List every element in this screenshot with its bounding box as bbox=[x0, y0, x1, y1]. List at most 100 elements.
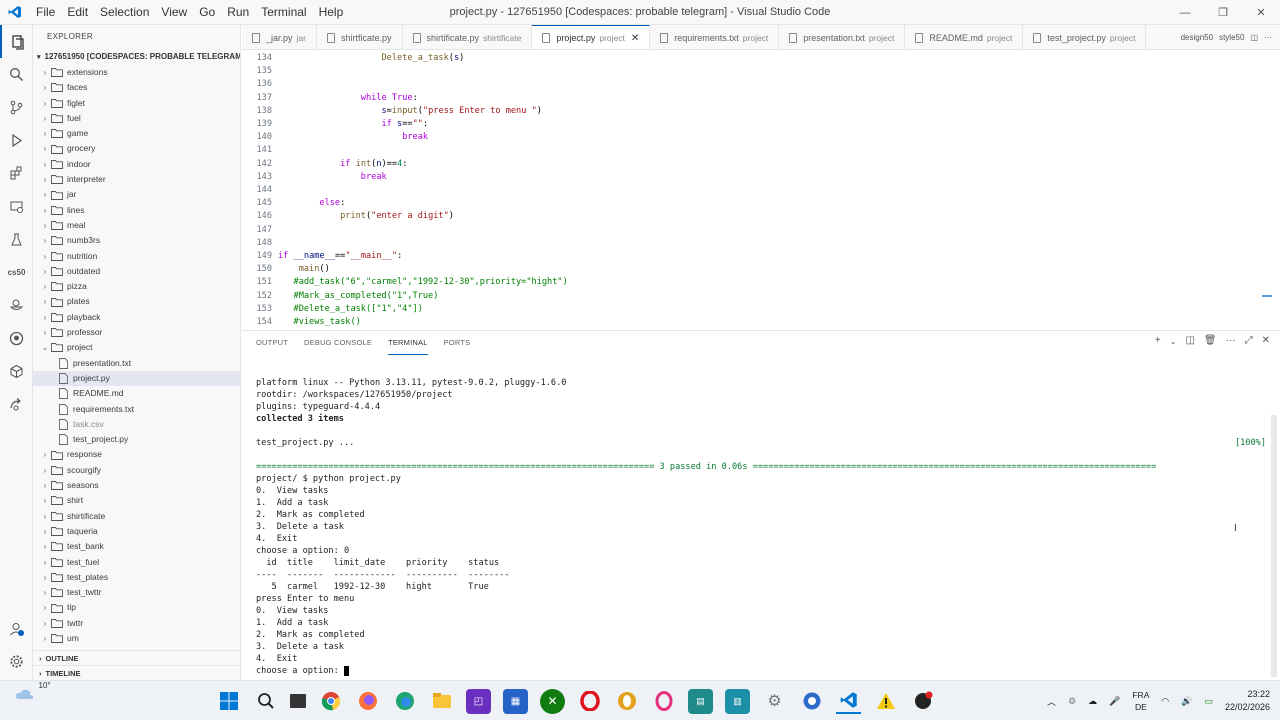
code-editor[interactable]: 134 Delete_a_task(s) 135 136 137 while True… bbox=[242, 50, 1272, 328]
firefox-icon[interactable] bbox=[355, 689, 380, 714]
edge-icon[interactable] bbox=[392, 689, 417, 714]
chevron-down-icon[interactable]: ⌄ bbox=[1170, 337, 1177, 346]
menu-terminal[interactable]: Terminal bbox=[255, 0, 312, 25]
file-item[interactable]: test_project.py bbox=[33, 432, 240, 447]
close-icon[interactable]: ✕ bbox=[1242, 0, 1280, 25]
more-icon[interactable]: ··· bbox=[1226, 335, 1236, 346]
extensions-icon[interactable] bbox=[0, 157, 33, 190]
folder-item[interactable]: › twttr bbox=[33, 616, 240, 631]
chrome-icon[interactable] bbox=[318, 689, 343, 714]
duck-icon[interactable] bbox=[0, 289, 33, 322]
folder-item[interactable]: › taqueria bbox=[33, 524, 240, 539]
folder-item[interactable]: › pizza bbox=[33, 279, 240, 294]
menu-help[interactable]: Help bbox=[313, 0, 350, 25]
windows-start-icon[interactable] bbox=[216, 689, 241, 714]
xbox-icon[interactable]: ✕ bbox=[540, 688, 565, 714]
file-item[interactable]: requirements.txt bbox=[33, 402, 240, 417]
folder-item[interactable]: › test_fuel bbox=[33, 555, 240, 570]
timeline-section[interactable]: › TIMELINE bbox=[33, 665, 240, 680]
split-editor-icon[interactable]: ◫ bbox=[1250, 33, 1258, 42]
folder-item[interactable]: › jar bbox=[33, 187, 240, 202]
tab-shirtficate-py[interactable]: shirtficate.py bbox=[317, 25, 403, 49]
warning-app-icon[interactable] bbox=[873, 689, 898, 714]
testing-icon[interactable] bbox=[0, 223, 33, 256]
app-blue-circle-icon[interactable] bbox=[799, 689, 824, 714]
folder-item[interactable]: › plates bbox=[33, 294, 240, 309]
folder-item[interactable]: › shirtificate bbox=[33, 509, 240, 524]
cube-icon[interactable] bbox=[0, 355, 33, 388]
folder-item[interactable]: › response bbox=[33, 447, 240, 462]
panel-tab-terminal[interactable]: TERMINAL bbox=[388, 331, 428, 355]
chevron-up-icon[interactable]: ︿ bbox=[1047, 695, 1056, 708]
opera-gx-icon[interactable] bbox=[614, 689, 639, 714]
terminal-output[interactable]: platform linux -- Python 3.13.11, pytest… bbox=[256, 377, 1266, 677]
remote-explorer-icon[interactable] bbox=[0, 190, 33, 223]
wifi-icon[interactable]: ◠ bbox=[1161, 696, 1169, 707]
menu-selection[interactable]: Selection bbox=[94, 0, 155, 25]
run-debug-icon[interactable] bbox=[0, 124, 33, 157]
trash-icon[interactable]: 🗑 bbox=[1204, 335, 1217, 346]
folder-item[interactable]: › um bbox=[33, 631, 240, 646]
folder-item[interactable]: › interpreter bbox=[33, 172, 240, 187]
panel-tab-output[interactable]: OUTPUT bbox=[256, 331, 288, 355]
close-tab-icon[interactable]: ✕ bbox=[631, 33, 639, 44]
file-item[interactable]: README.md bbox=[33, 386, 240, 401]
file-item[interactable]: project.py bbox=[33, 370, 240, 387]
taskbar-search-icon[interactable] bbox=[253, 689, 278, 714]
workspace-root[interactable]: ▾ 127651950 [CODESPACES: PROBABLE TELEGRA… bbox=[33, 49, 240, 65]
maximize-panel-icon[interactable]: ⤢ bbox=[1245, 335, 1253, 346]
folder-item[interactable]: › fuel bbox=[33, 111, 240, 126]
minimize-icon[interactable]: — bbox=[1166, 0, 1204, 25]
editor-action-style50[interactable]: style50 bbox=[1219, 33, 1244, 42]
panel-tab-debug-console[interactable]: DEBUG CONSOLE bbox=[304, 331, 372, 355]
cs50-icon[interactable]: cs50 bbox=[0, 256, 33, 289]
tab-test-project-py[interactable]: test_project.py project bbox=[1023, 25, 1147, 49]
folder-item[interactable]: ⌄ project bbox=[33, 340, 240, 355]
menu-file[interactable]: File bbox=[30, 0, 61, 25]
calculator-icon[interactable]: ▥ bbox=[725, 688, 750, 714]
menu-edit[interactable]: Edit bbox=[61, 0, 94, 25]
settings-app-icon[interactable]: ⚙ bbox=[762, 689, 787, 714]
tab-project-py[interactable]: project.py project ✕ bbox=[532, 25, 651, 49]
folder-item[interactable]: › figlet bbox=[33, 96, 240, 111]
terminal-app-icon[interactable]: ▤ bbox=[688, 688, 713, 714]
folder-item[interactable]: › outdated bbox=[33, 264, 240, 279]
folder-item[interactable]: › indoor bbox=[33, 157, 240, 172]
menu-view[interactable]: View bbox=[155, 0, 193, 25]
task-view-icon[interactable] bbox=[290, 694, 306, 708]
folder-item[interactable]: › test_bank bbox=[33, 539, 240, 554]
menu-go[interactable]: Go bbox=[193, 0, 221, 25]
tray-app-icon[interactable]: ⚙ bbox=[1068, 696, 1076, 707]
microphone-icon[interactable]: 🎤 bbox=[1109, 696, 1120, 707]
folder-item[interactable]: › numb3rs bbox=[33, 233, 240, 248]
source-control-icon[interactable] bbox=[0, 91, 33, 124]
file-item[interactable]: task.csv bbox=[33, 417, 240, 432]
settings-gear-icon[interactable] bbox=[0, 645, 33, 678]
folder-item[interactable]: › seasons bbox=[33, 478, 240, 493]
opera-icon[interactable] bbox=[577, 689, 602, 714]
outline-section[interactable]: › OUTLINE bbox=[33, 650, 240, 665]
maximize-icon[interactable]: ❐ bbox=[1204, 0, 1242, 25]
more-actions-icon[interactable]: ··· bbox=[1264, 33, 1272, 42]
tab--jar-py[interactable]: _jar.py jar bbox=[242, 25, 317, 49]
folder-item[interactable]: › grocery bbox=[33, 141, 240, 156]
folder-item[interactable]: › nutrition bbox=[33, 249, 240, 264]
weather-widget[interactable]: 10° bbox=[14, 681, 51, 701]
tab-requirements-txt[interactable]: requirements.txt project bbox=[650, 25, 780, 49]
menu-run[interactable]: Run bbox=[221, 0, 255, 25]
folder-item[interactable]: › scourgify bbox=[33, 463, 240, 478]
folder-item[interactable]: › playback bbox=[33, 310, 240, 325]
tab-presentation-txt[interactable]: presentation.txt project bbox=[779, 25, 906, 49]
language-indicator[interactable]: FRA DE bbox=[1132, 689, 1149, 713]
app-purple-icon[interactable]: ◰ bbox=[466, 688, 491, 714]
folder-item[interactable]: › lines bbox=[33, 203, 240, 218]
terminal-scrollbar[interactable] bbox=[1271, 415, 1277, 677]
explorer-icon[interactable] bbox=[0, 25, 33, 58]
panel-tab-ports[interactable]: PORTS bbox=[444, 331, 471, 355]
folder-item[interactable]: › shirt bbox=[33, 493, 240, 508]
account-icon[interactable] bbox=[0, 612, 33, 645]
close-panel-icon[interactable]: ✕ bbox=[1262, 335, 1270, 346]
cloud-icon[interactable]: ☁ bbox=[1088, 696, 1097, 707]
editor-action-design50[interactable]: design50 bbox=[1181, 33, 1213, 42]
folder-item[interactable]: › faces bbox=[33, 80, 240, 95]
